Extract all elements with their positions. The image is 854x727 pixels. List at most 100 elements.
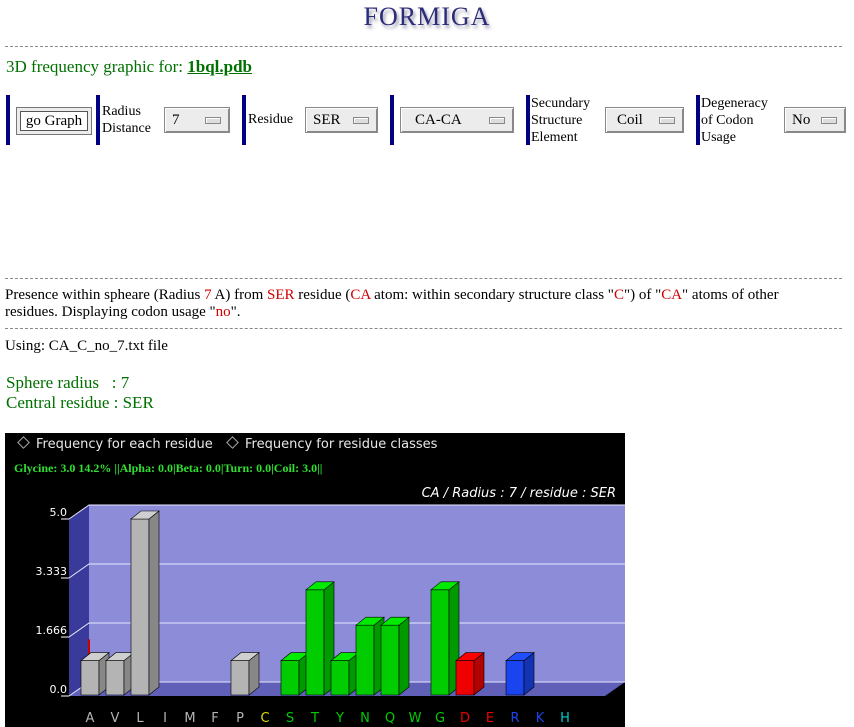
x-tick-label: N — [360, 711, 370, 726]
bar-chart-svg: 0.0 1.666 3.333 5.0 A V L I M F P C S T Y N Q W G D E R K H — [36, 504, 625, 726]
group-separator — [96, 95, 100, 145]
radius-group: Radius Distance 7 — [96, 95, 236, 145]
y-tick-label: 3.333 — [36, 565, 68, 578]
residue-label: Residue — [248, 112, 294, 127]
group-separator — [696, 95, 700, 145]
dropdown-handle-icon — [821, 117, 837, 124]
bar-front — [305, 589, 325, 696]
atom-group: CA-CA — [390, 95, 520, 145]
x-tick-label: F — [211, 711, 218, 726]
description-text: Presence within spheare (Radius 7 A) fro… — [5, 287, 835, 321]
x-tick-label: R — [510, 711, 519, 726]
desc-part: Presence within spheare (Radius — [5, 287, 205, 303]
group-separator — [390, 95, 394, 145]
residue-select[interactable]: SER — [305, 107, 378, 133]
bar-side — [148, 510, 160, 696]
bar-front — [355, 624, 375, 696]
x-tick-label: I — [163, 711, 167, 726]
central-residue-text: Central residue : SER — [6, 393, 154, 412]
bar-front — [130, 518, 150, 696]
bar-front — [80, 660, 100, 696]
divider-lower — [5, 328, 842, 329]
radius-value: 7 — [172, 112, 180, 128]
y-tick-label: 0.0 — [50, 683, 68, 696]
radius-label-2: Distance — [102, 121, 151, 136]
go-graph-group: go Graph — [6, 95, 96, 145]
desc-part: ") of " — [623, 287, 662, 303]
y-tick-label: 1.666 — [36, 624, 68, 637]
bar-front — [505, 660, 525, 696]
bar-front — [280, 660, 300, 696]
desc-highlight: no — [215, 304, 231, 320]
x-tick-label: G — [435, 711, 445, 726]
go-graph-button[interactable]: go Graph — [16, 107, 92, 135]
desc-highlight: CA — [350, 287, 371, 303]
dropdown-handle-icon — [659, 117, 675, 124]
using-file-text: Using: CA_C_no_7.txt file — [5, 338, 168, 354]
desc-part: A) from — [211, 287, 268, 303]
radius-label-1: Radius — [102, 104, 141, 119]
sse-value: Coil — [617, 112, 643, 128]
residue-value: SER — [313, 112, 341, 128]
group-separator — [242, 95, 246, 145]
desc-highlight: SER — [267, 287, 295, 303]
desc-highlight: C — [613, 287, 624, 303]
x-tick-label: H — [560, 711, 570, 726]
y-tick-label: 5.0 — [50, 506, 68, 519]
bar-side — [398, 616, 410, 696]
bar-front — [330, 660, 350, 696]
go-graph-label: go Graph — [20, 111, 88, 131]
divider-mid — [5, 278, 842, 279]
deg-label-1: Degeneracy — [701, 96, 768, 111]
sse-label-3: Element — [531, 130, 578, 145]
group-separator — [6, 95, 10, 145]
x-tick-label: E — [486, 711, 494, 726]
desc-highlight: 7 — [204, 287, 212, 303]
bar-front — [430, 589, 450, 696]
desc-part: residue ( — [294, 287, 351, 303]
dropdown-handle-icon — [489, 117, 505, 124]
dropdown-handle-icon — [205, 117, 221, 124]
atom-value: CA-CA — [415, 112, 462, 128]
x-tick-label: Y — [335, 711, 344, 726]
group-separator — [526, 95, 530, 145]
sse-label-2: Structure — [531, 113, 583, 128]
sphere-radius-text: Sphere radius : 7 — [6, 373, 130, 392]
deg-label-2: of Codon — [701, 113, 754, 128]
x-tick-label: C — [260, 711, 269, 726]
formiga-logo: FORMIGA — [363, 2, 491, 31]
x-tick-label: P — [236, 711, 244, 726]
x-tick-label: T — [310, 711, 319, 726]
residue-group: Residue SER — [242, 95, 382, 145]
pdb-file-link[interactable]: 1bql.pdb — [187, 57, 252, 76]
x-tick-label: W — [409, 711, 422, 726]
x-tick-label: L — [136, 711, 144, 726]
sse-label-1: Secundary — [531, 96, 591, 111]
bar-front — [455, 660, 475, 696]
page-title: 3D frequency graphic for: 1bql.pdb — [6, 57, 252, 77]
atom-select[interactable]: CA-CA — [400, 107, 514, 133]
dropdown-handle-icon — [353, 117, 369, 124]
x-tick-label: K — [536, 711, 545, 726]
deg-label-3: Usage — [701, 130, 736, 145]
desc-highlight: CA — [661, 287, 683, 303]
desc-part: ". — [230, 304, 241, 320]
sse-select[interactable]: Coil — [605, 107, 684, 133]
x-tick-label: D — [460, 711, 470, 726]
degeneracy-group: Degeneracy of Codon Usage No — [696, 95, 848, 145]
divider-top — [5, 46, 842, 47]
title-prefix: 3D frequency graphic for: — [6, 57, 184, 76]
x-tick-label: M — [184, 711, 195, 726]
frequency-chart-applet: Frequency for each residue Frequency for… — [5, 433, 625, 727]
degeneracy-select[interactable]: No — [784, 107, 846, 133]
x-tick-label: A — [86, 711, 95, 726]
x-tick-label: Q — [385, 711, 395, 726]
desc-part: atom: within secondary structure class " — [370, 287, 614, 303]
bar-front — [105, 660, 125, 696]
sse-group: Secundary Structure Element Coil — [526, 95, 691, 145]
radius-select[interactable]: 7 — [164, 107, 230, 133]
bar-front — [230, 660, 250, 696]
x-tick-label: S — [286, 711, 294, 726]
degeneracy-value: No — [792, 112, 811, 128]
bar-front — [380, 624, 400, 696]
